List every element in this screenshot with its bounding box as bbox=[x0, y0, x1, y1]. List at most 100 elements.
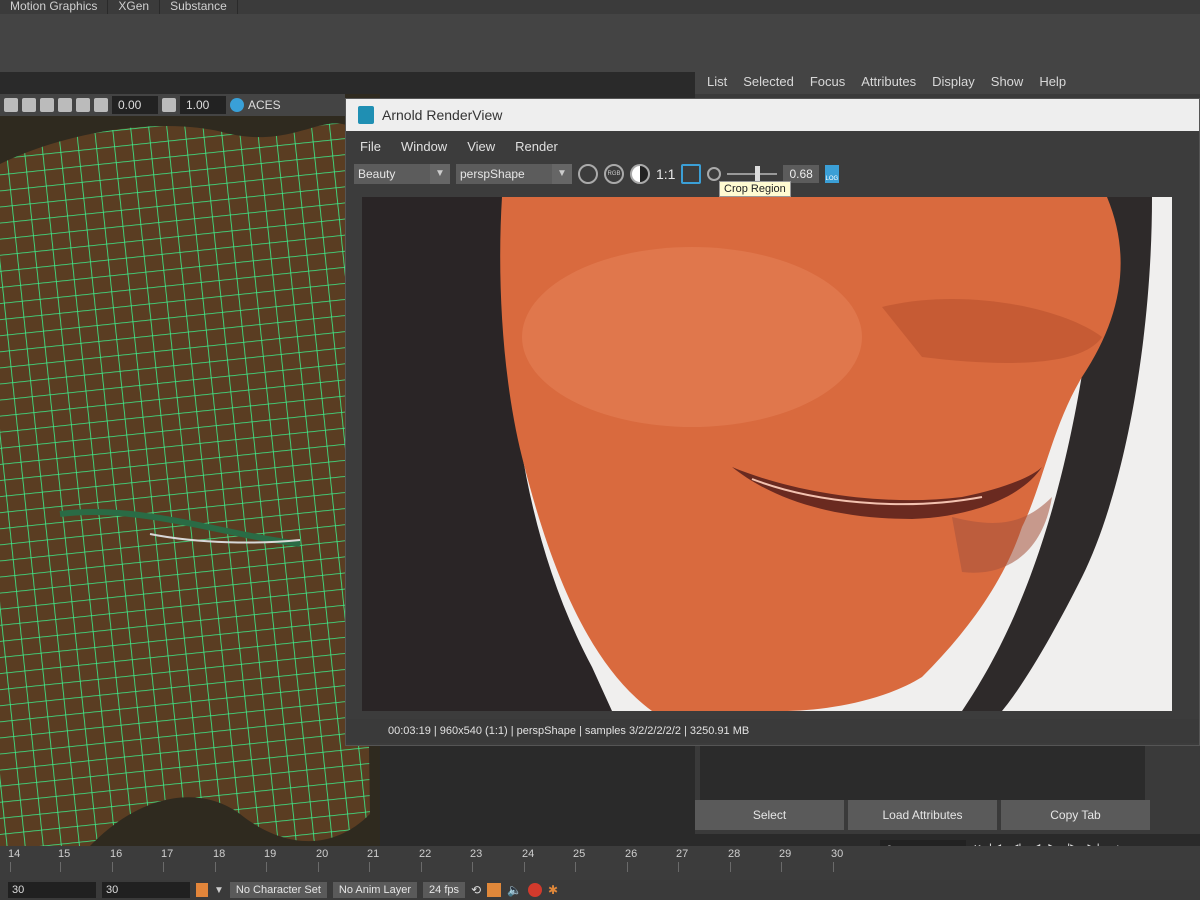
camera-icon[interactable] bbox=[94, 98, 108, 112]
menu-list[interactable]: List bbox=[707, 74, 727, 89]
camera-dropdown[interactable]: perspShape ▼ bbox=[456, 164, 572, 184]
shelf-tab-motion-graphics[interactable]: Motion Graphics bbox=[0, 0, 109, 14]
frame-label: 17 bbox=[161, 848, 174, 860]
frame-tick bbox=[369, 862, 370, 872]
menu-attributes[interactable]: Attributes bbox=[861, 74, 916, 89]
menu-show[interactable]: Show bbox=[991, 74, 1024, 89]
outliner-menu-bar: List Selected Focus Attributes Display S… bbox=[695, 68, 1200, 94]
camera-dropdown-value: perspShape bbox=[460, 167, 525, 181]
gamma-icon[interactable] bbox=[162, 98, 176, 112]
frame-tick bbox=[472, 862, 473, 872]
exposure-field[interactable]: 0.00 bbox=[112, 96, 158, 114]
auto-key-icon[interactable] bbox=[528, 883, 543, 897]
grid-icon[interactable] bbox=[4, 98, 18, 112]
rendered-image[interactable] bbox=[362, 197, 1172, 711]
sound-icon[interactable]: 🔈 bbox=[507, 883, 522, 897]
shelf-tab-substance[interactable]: Substance bbox=[160, 0, 238, 14]
frame-tick bbox=[575, 862, 576, 872]
tooltip: Crop Region bbox=[719, 181, 791, 197]
frame-label: 20 bbox=[316, 848, 329, 860]
frame-label: 23 bbox=[470, 848, 483, 860]
window-title: Arnold RenderView bbox=[382, 107, 503, 123]
time-slider[interactable]: 14 15 16 17 18 19 20 21 22 23 24 25 26 2… bbox=[0, 846, 1200, 880]
chevron-down-icon: ▼ bbox=[552, 164, 572, 184]
frame-label: 18 bbox=[213, 848, 226, 860]
menu-render[interactable]: Render bbox=[515, 139, 558, 154]
chevron-down-icon: ▼ bbox=[430, 164, 450, 184]
frame-tick bbox=[781, 862, 782, 872]
attribute-editor-buttons: Select Load Attributes Copy Tab bbox=[695, 800, 1150, 830]
frame-label: 29 bbox=[779, 848, 792, 860]
frame-tick bbox=[524, 862, 525, 872]
frame-label: 27 bbox=[676, 848, 689, 860]
frame-label: 15 bbox=[58, 848, 71, 860]
aov-dropdown-value: Beauty bbox=[358, 167, 396, 181]
menu-focus[interactable]: Focus bbox=[810, 74, 845, 89]
exposure-icon bbox=[707, 167, 722, 181]
menu-window[interactable]: Window bbox=[401, 139, 447, 154]
frame-label: 19 bbox=[264, 848, 277, 860]
refresh-render-icon[interactable] bbox=[578, 164, 598, 184]
viewport-3d[interactable] bbox=[0, 94, 380, 846]
move-icon[interactable] bbox=[22, 98, 36, 112]
frame-tick bbox=[730, 862, 731, 872]
menu-view[interactable]: View bbox=[467, 139, 495, 154]
frame-label: 25 bbox=[573, 848, 586, 860]
render-face-closeup bbox=[362, 197, 1172, 711]
frame-tick bbox=[60, 862, 61, 872]
viewport-toolbar: 0.00 1.00 ACES bbox=[0, 94, 345, 116]
menu-help[interactable]: Help bbox=[1039, 74, 1066, 89]
frame-label: 16 bbox=[110, 848, 123, 860]
frame-tick bbox=[266, 862, 267, 872]
maya-app-icon bbox=[358, 106, 374, 124]
range-start-field[interactable]: 30 bbox=[8, 882, 96, 898]
menu-display[interactable]: Display bbox=[932, 74, 975, 89]
frame-label: 28 bbox=[728, 848, 741, 860]
shelf-area bbox=[0, 14, 1200, 72]
frame-icon[interactable] bbox=[76, 98, 90, 112]
slider-handle[interactable] bbox=[755, 166, 761, 182]
frame-tick bbox=[421, 862, 422, 872]
renderview-menu-bar: File Window View Render bbox=[346, 133, 1199, 159]
frame-tick bbox=[833, 862, 834, 872]
load-attributes-button[interactable]: Load Attributes bbox=[848, 800, 997, 830]
preferences-icon[interactable]: ✱ bbox=[548, 883, 558, 897]
fps-dropdown[interactable]: 24 fps bbox=[423, 882, 466, 898]
shelf-tab-xgen[interactable]: XGen bbox=[108, 0, 161, 14]
arnold-renderview-window: Arnold RenderView File Window View Rende… bbox=[345, 98, 1200, 746]
anim-layer-dropdown[interactable]: No Anim Layer bbox=[332, 882, 418, 898]
exposure-slider[interactable] bbox=[727, 166, 778, 182]
frame-label: 21 bbox=[367, 848, 380, 860]
loop-icon[interactable]: ⟲ bbox=[471, 883, 481, 897]
range-end-field[interactable]: 30 bbox=[102, 882, 190, 898]
layout-icon[interactable] bbox=[58, 98, 72, 112]
compare-icon[interactable] bbox=[630, 164, 650, 184]
aov-dropdown[interactable]: Beauty ▼ bbox=[354, 164, 450, 184]
rgb-channel-icon[interactable]: RGB bbox=[604, 164, 624, 184]
zoom-ratio[interactable]: 1:1 bbox=[656, 166, 675, 182]
menu-file[interactable]: File bbox=[360, 139, 381, 154]
frame-tick bbox=[627, 862, 628, 872]
shelf-tab-bar: Motion Graphics XGen Substance bbox=[0, 0, 1200, 14]
copy-tab-button[interactable]: Copy Tab bbox=[1001, 800, 1150, 830]
frame-label: 24 bbox=[522, 848, 535, 860]
keyframe-icon[interactable] bbox=[487, 883, 502, 897]
frame-label: 26 bbox=[625, 848, 638, 860]
render-status-text: 00:03:19 | 960x540 (1:1) | perspShape | … bbox=[388, 725, 750, 737]
isolate-icon[interactable] bbox=[40, 98, 54, 112]
frame-label: 14 bbox=[8, 848, 21, 860]
crop-region-icon[interactable] bbox=[681, 164, 702, 184]
color-management-icon[interactable] bbox=[230, 98, 244, 112]
bookmark-icon[interactable] bbox=[196, 883, 208, 897]
window-titlebar[interactable]: Arnold RenderView bbox=[346, 99, 1199, 131]
frame-tick bbox=[163, 862, 164, 872]
gamma-field[interactable]: 1.00 bbox=[180, 96, 226, 114]
log-icon[interactable]: LOG bbox=[824, 165, 839, 183]
frame-tick bbox=[318, 862, 319, 872]
chevron-down-icon[interactable]: ▼ bbox=[214, 885, 224, 896]
wireframe-face-mesh bbox=[0, 94, 380, 846]
select-button[interactable]: Select bbox=[695, 800, 844, 830]
menu-selected[interactable]: Selected bbox=[743, 74, 794, 89]
character-set-dropdown[interactable]: No Character Set bbox=[229, 882, 327, 898]
render-status-bar: 00:03:19 | 960x540 (1:1) | perspShape | … bbox=[346, 719, 1199, 743]
